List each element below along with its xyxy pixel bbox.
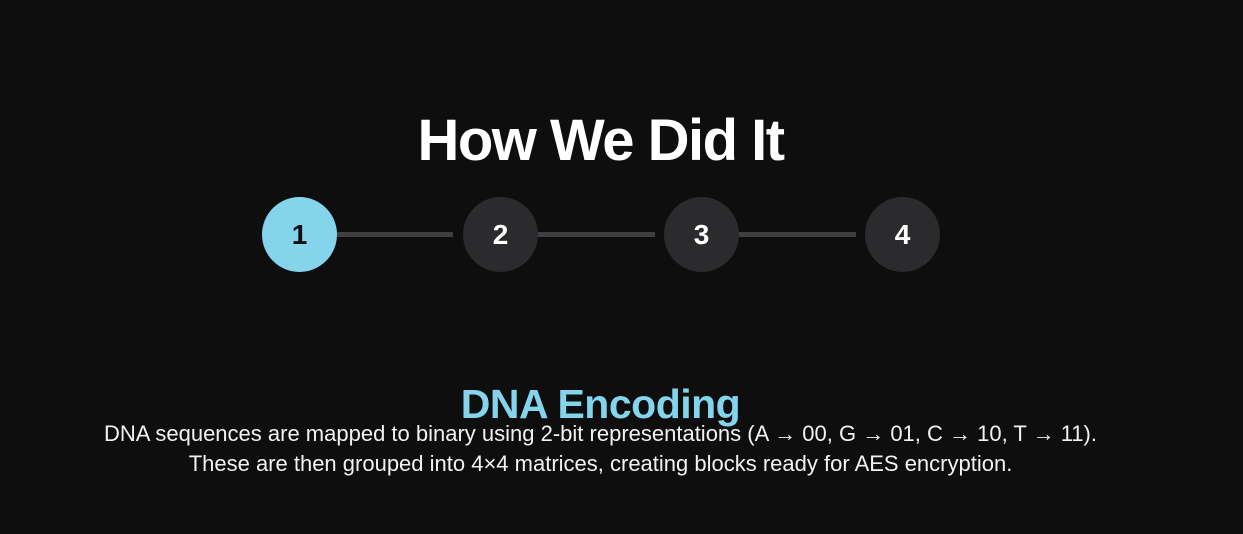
step-connector-3-4 — [739, 232, 856, 237]
stepper: 1 2 3 4 — [262, 197, 940, 272]
page-title: How We Did It — [417, 107, 785, 173]
page: How We Did It 1 2 3 4 DNA Encoding DNA s… — [0, 0, 1243, 534]
step-description: DNA sequences are mapped to binary using… — [0, 419, 1201, 479]
step-1-button[interactable]: 1 — [262, 197, 337, 272]
step-3-button[interactable]: 3 — [664, 197, 739, 272]
step-4-button[interactable]: 4 — [865, 197, 940, 272]
step-connector-1-2 — [337, 232, 453, 237]
step-2-button[interactable]: 2 — [463, 197, 538, 272]
step-connector-2-3 — [538, 232, 655, 237]
description-line-2: These are then grouped into 4×4 matrices… — [188, 451, 1013, 476]
description-line-1: DNA sequences are mapped to binary using… — [104, 421, 1097, 446]
